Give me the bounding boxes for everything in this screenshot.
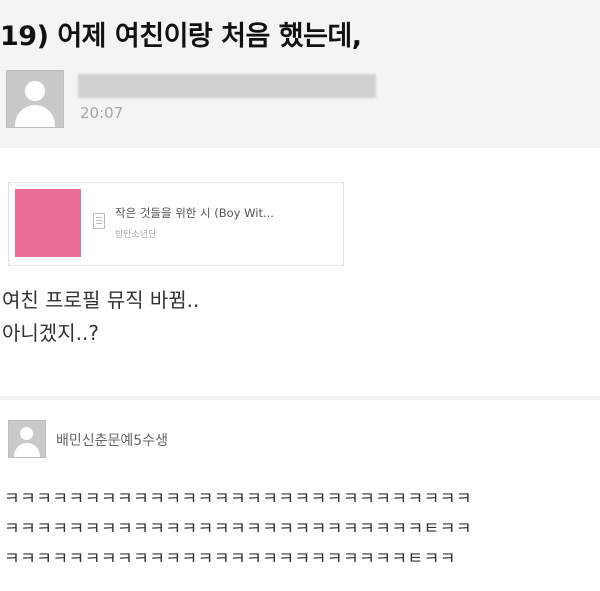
comment-line-1: ㅋㅋㅋㅋㅋㅋㅋㅋㅋㅋㅋㅋㅋㅋㅋㅋㅋㅋㅋㅋㅋㅋㅋㅋㅋㅋㅋㅋㅋ	[4, 489, 473, 509]
post-title: 19) 어제 여친이랑 처음 했는데,	[0, 21, 362, 52]
document-list-icon	[93, 213, 105, 229]
blurred-author-name	[78, 74, 376, 98]
comment-line-3: ㅋㅋㅋㅋㅋㅋㅋㅋㅋㅋㅋㅋㅋㅋㅋㅋㅋㅋㅋㅋㅋㅋㅋㅋㅋㅌㅋㅋ	[4, 549, 456, 569]
album-art	[15, 189, 81, 257]
comment: 배민신춘문예5수생 ㅋㅋㅋㅋㅋㅋㅋㅋㅋㅋㅋㅋㅋㅋㅋㅋㅋㅋㅋㅋㅋㅋㅋㅋㅋㅋㅋㅋㅋ …	[0, 400, 600, 591]
post-time: 20:07	[80, 104, 124, 122]
commenter-avatar-icon[interactable]	[8, 420, 46, 458]
song-artist: 방탄소년단	[115, 230, 157, 240]
profile-music-card[interactable]: 작은 것들을 위한 시 (Boy Wit... 방탄소년단	[8, 182, 344, 266]
comment-line-2: ㅋㅋㅋㅋㅋㅋㅋㅋㅋㅋㅋㅋㅋㅋㅋㅋㅋㅋㅋㅋㅋㅋㅋㅋㅋㅋㅌㅋㅋ	[4, 519, 473, 539]
post-body: 여친 프로필 뮤직 바뀜.. 아니겠지..?	[2, 284, 199, 350]
post-body-line-2: 아니겠지..?	[2, 321, 99, 345]
commenter-name[interactable]: 배민신춘문예5수생	[56, 430, 168, 450]
author-avatar-icon[interactable]	[6, 70, 64, 128]
comment-body: ㅋㅋㅋㅋㅋㅋㅋㅋㅋㅋㅋㅋㅋㅋㅋㅋㅋㅋㅋㅋㅋㅋㅋㅋㅋㅋㅋㅋㅋ ㅋㅋㅋㅋㅋㅋㅋㅋㅋㅋ…	[4, 484, 472, 574]
post-body-line-1: 여친 프로필 뮤직 바뀜..	[2, 288, 200, 312]
post-content: 작은 것들을 위한 시 (Boy Wit... 방탄소년단 여친 프로필 뮤직 …	[0, 148, 600, 396]
post-header: 19) 어제 여친이랑 처음 했는데, 20:07	[0, 0, 600, 146]
song-title: 작은 것들을 위한 시 (Boy Wit...	[115, 206, 274, 220]
